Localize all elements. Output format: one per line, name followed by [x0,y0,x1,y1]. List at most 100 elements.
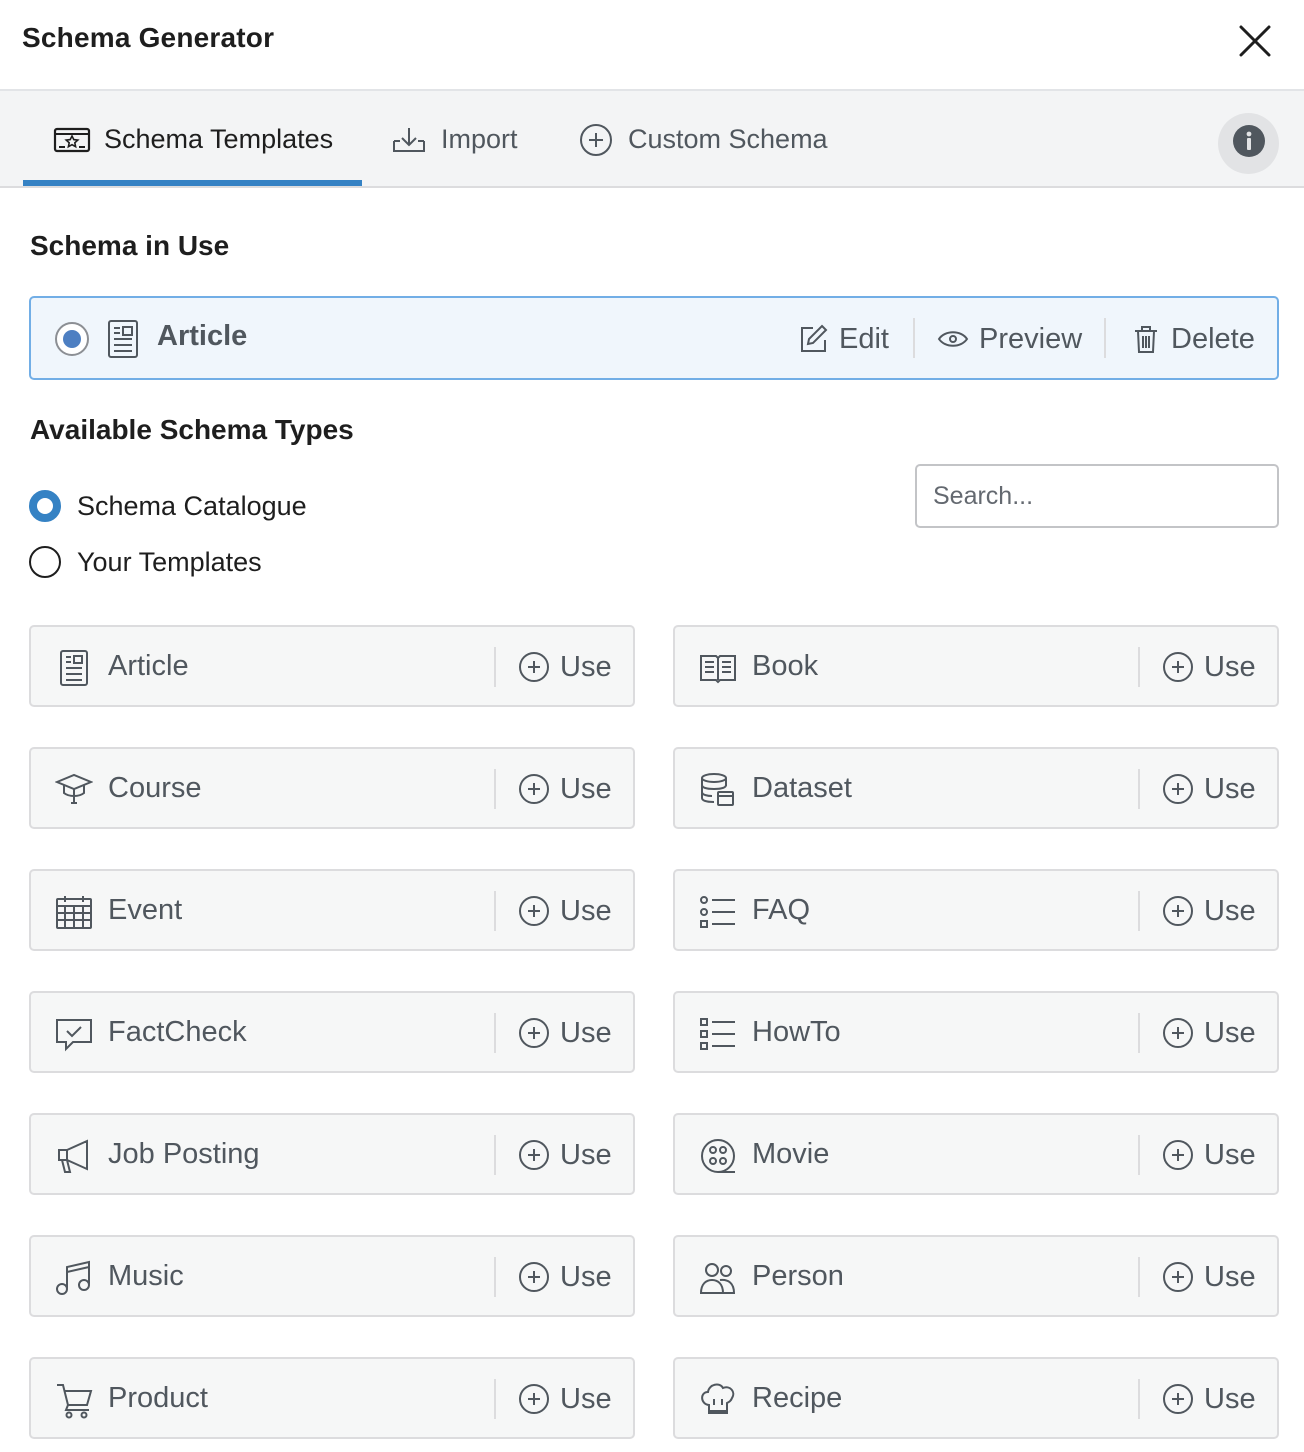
schema-in-use-name: Article [157,320,248,352]
use-button[interactable]: Use [518,1377,612,1421]
use-label: Use [1204,1016,1256,1049]
divider [494,769,496,809]
use-button[interactable]: Use [1162,889,1256,933]
schema-type-name: HowTo [752,1016,841,1048]
schema-type-card: Course Use [29,747,635,829]
checklist-icon [699,1015,737,1053]
plus-circle-icon [1163,652,1193,682]
use-label: Use [1204,1260,1256,1293]
schema-type-name: Dataset [752,772,852,804]
divider [494,1379,496,1419]
film-reel-icon [699,1137,737,1175]
article-icon [55,649,93,687]
tab-bar: Schema Templates Import Custom Schema [0,91,1304,188]
schema-type-name: Music [108,1260,184,1292]
plus-circle-icon [519,774,549,804]
use-button[interactable]: Use [1162,645,1256,689]
article-icon [105,319,141,359]
use-label: Use [1204,1382,1256,1415]
use-button[interactable]: Use [1162,1377,1256,1421]
schema-type-card: Article Use [29,625,635,707]
use-button[interactable]: Use [1162,1255,1256,1299]
your-templates-option[interactable]: Your Templates [29,546,262,578]
schema-type-card: Recipe Use [673,1357,1279,1439]
use-button[interactable]: Use [518,645,612,689]
radio-selected[interactable] [29,490,61,522]
plus-circle-icon [519,1140,549,1170]
use-button[interactable]: Use [1162,1011,1256,1055]
schema-type-name: Person [752,1260,844,1292]
info-button[interactable] [1218,113,1279,174]
schema-type-name: Job Posting [108,1138,260,1170]
radio-unselected[interactable] [29,546,61,578]
edit-button[interactable]: Edit [797,316,889,362]
use-button[interactable]: Use [518,1011,612,1055]
use-button[interactable]: Use [518,1255,612,1299]
use-label: Use [560,894,612,927]
divider [1138,1135,1140,1175]
divider [1138,1257,1140,1297]
divider [1104,318,1106,358]
use-label: Use [560,1016,612,1049]
schema-type-card: Event Use [29,869,635,951]
plus-circle-icon [1163,774,1193,804]
search-input[interactable] [915,464,1279,528]
schema-type-name: Book [752,650,819,682]
divider [494,647,496,687]
close-icon[interactable] [1232,18,1278,64]
plus-circle-icon [1163,1384,1193,1414]
graduation-cap-icon [55,771,93,809]
tab-label: Import [441,124,518,154]
tab-custom-schema[interactable]: Custom Schema [576,91,828,188]
schema-type-card: Product Use [29,1357,635,1439]
use-button[interactable]: Use [518,1133,612,1177]
use-button[interactable]: Use [1162,1133,1256,1177]
chef-hat-icon [699,1381,737,1419]
tab-label: Custom Schema [628,124,828,154]
schema-type-name: Course [108,772,202,804]
schema-in-use-row: Article Edit Preview Delete [29,296,1279,380]
divider [1138,1379,1140,1419]
use-button[interactable]: Use [518,889,612,933]
divider [1138,1013,1140,1053]
schema-catalogue-option[interactable]: Schema Catalogue [29,490,307,522]
schema-type-card: FAQ Use [673,869,1279,951]
list-icon [699,893,737,931]
divider [1138,891,1140,931]
schema-type-card: Music Use [29,1235,635,1317]
schema-in-use-radio[interactable] [55,322,89,356]
plus-circle-icon [519,1262,549,1292]
plus-circle-icon [519,1384,549,1414]
schema-type-card: Person Use [673,1235,1279,1317]
schema-type-card: Job Posting Use [29,1113,635,1195]
schema-in-use-heading: Schema in Use [30,230,230,261]
use-label: Use [1204,650,1256,683]
info-icon [1232,124,1266,163]
use-label: Use [560,1382,612,1415]
tab-import[interactable]: Import [389,91,518,188]
use-button[interactable]: Use [518,767,612,811]
people-icon [699,1259,737,1297]
use-label: Use [560,1260,612,1293]
schema-type-card: FactCheck Use [29,991,635,1073]
use-button[interactable]: Use [1162,767,1256,811]
schema-type-name: Product [108,1382,208,1414]
divider [1138,769,1140,809]
preview-button[interactable]: Preview [937,316,1082,362]
plus-circle-icon [1163,896,1193,926]
trash-icon [1135,326,1157,353]
tab-schema-templates[interactable]: Schema Templates [52,91,333,188]
tab-label: Schema Templates [104,124,334,154]
schema-templates-icon [52,123,92,157]
plus-circle-icon [519,896,549,926]
plus-circle-icon [519,1018,549,1048]
active-tab-indicator [23,180,362,186]
plus-circle-icon [1163,1018,1193,1048]
schema-type-name: Event [108,894,183,926]
delete-button[interactable]: Delete [1131,316,1255,362]
divider [494,1135,496,1175]
divider [913,318,915,358]
divider [494,1013,496,1053]
modal-header: Schema Generator [0,0,1304,91]
schema-type-name: Article [108,650,189,682]
